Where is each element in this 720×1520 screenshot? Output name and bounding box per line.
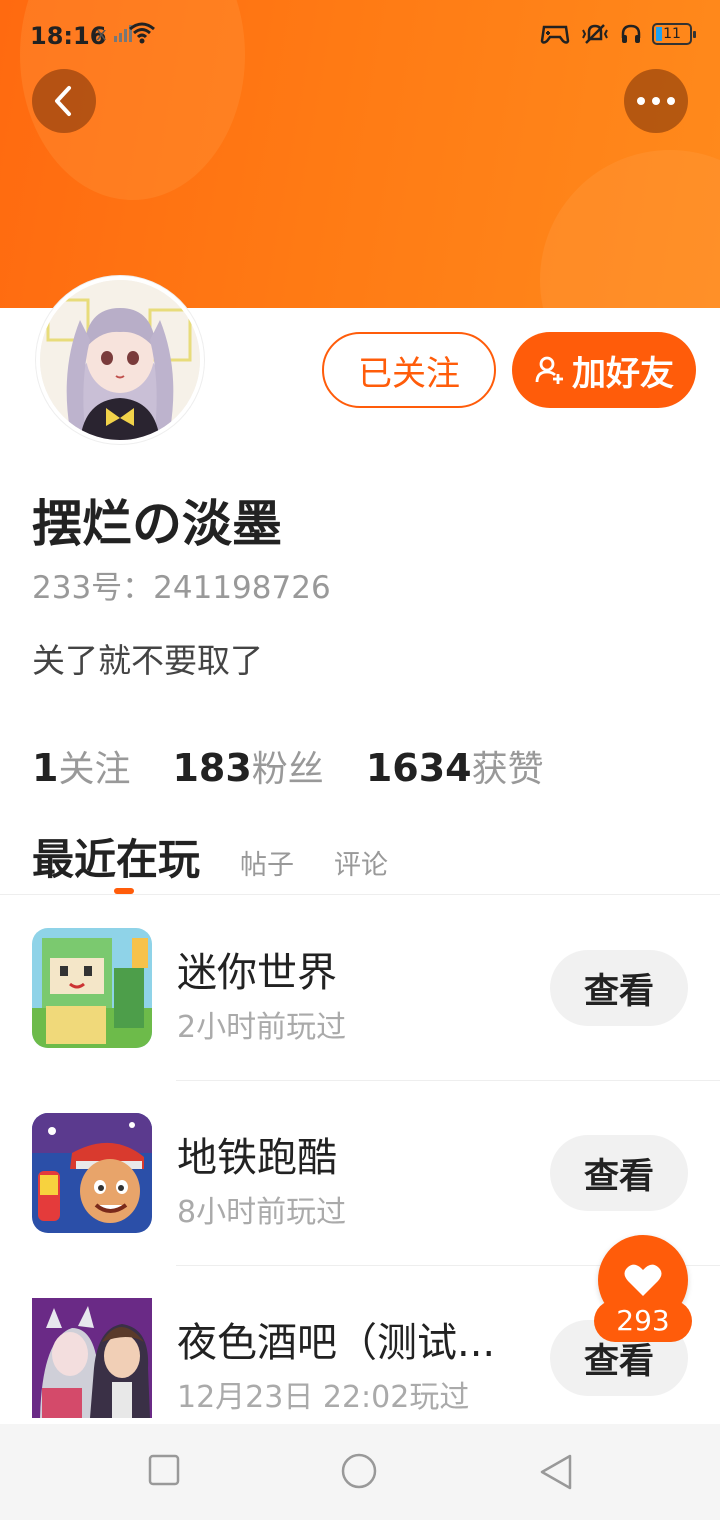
view-button-label: 查看 (583, 971, 654, 1012)
battery-icon: 11 (652, 23, 696, 45)
divider (0, 894, 720, 895)
circle-icon (341, 1453, 377, 1489)
status-time: 18:16 (30, 22, 107, 50)
add-friend-button[interactable]: 加好友 (512, 332, 696, 408)
view-button-label: 查看 (583, 1156, 654, 1197)
like-count: 293 (594, 1300, 692, 1342)
tab-comments[interactable]: 评论 (334, 843, 388, 882)
stat-number: 1634 (365, 746, 472, 790)
back-nav-button[interactable] (538, 1453, 574, 1495)
vibrate-icon (582, 24, 608, 44)
stat-following[interactable]: 1关注 (32, 740, 130, 792)
view-button[interactable]: 查看 (550, 950, 688, 1026)
tab-recently-played[interactable]: 最近在玩 (32, 826, 200, 894)
stat-label: 获赞 (471, 749, 544, 790)
stat-number: 1 (32, 746, 59, 790)
game-last-played: 12月23日 22:02玩过 (177, 1380, 470, 1415)
add-person-icon (535, 356, 563, 384)
bio: 关了就不要取了 (32, 641, 263, 680)
add-friend-label: 加好友 (572, 353, 674, 394)
battery-level: 11 (663, 26, 681, 42)
game-last-played: 2小时前玩过 (177, 1010, 347, 1045)
game-title: 迷你世界 (177, 950, 337, 996)
tab-posts[interactable]: 帖子 (240, 843, 294, 882)
wifi-icon (128, 22, 156, 48)
game-icon-subway-surfers (32, 1113, 152, 1233)
game-icon-night-bar (32, 1298, 152, 1418)
status-bar: 18:16 x 11 (0, 0, 720, 72)
sim-indicator-text: x (96, 24, 107, 45)
stat-followers[interactable]: 183粉丝 (172, 740, 323, 792)
stat-number: 183 (172, 746, 252, 790)
system-nav-bar (0, 1424, 720, 1520)
view-button[interactable]: 查看 (550, 1135, 688, 1211)
home-button[interactable] (340, 1452, 378, 1494)
back-triangle-icon (540, 1454, 572, 1490)
recent-apps-button[interactable] (148, 1454, 180, 1490)
chevron-left-icon (55, 86, 71, 116)
user-id: 233号：241198726 (32, 570, 331, 606)
headset-icon (621, 24, 641, 43)
username: 摆烂の淡墨 (32, 495, 282, 553)
game-title: 地铁跑酷 (177, 1135, 337, 1181)
list-item[interactable]: 地铁跑酷 8小时前玩过 查看 (0, 1081, 720, 1266)
stat-likes[interactable]: 1634获赞 (366, 740, 544, 792)
list-item[interactable]: 迷你世界 2小时前玩过 查看 (0, 896, 720, 1081)
game-icon-mini-world (32, 928, 152, 1048)
followed-label: 已关注 (358, 353, 460, 394)
game-icon (540, 25, 570, 44)
stat-label: 关注 (58, 749, 131, 790)
back-button[interactable] (32, 69, 96, 133)
followed-button[interactable]: 已关注 (322, 332, 496, 408)
more-button[interactable] (624, 69, 688, 133)
avatar[interactable] (36, 276, 204, 444)
tab-bar: 最近在玩 帖子 评论 (32, 826, 388, 894)
square-icon (148, 1454, 180, 1486)
stat-label: 粉丝 (251, 749, 324, 790)
heart-icon (624, 1264, 662, 1296)
more-dots-icon (637, 97, 675, 105)
avatar-image (40, 280, 200, 440)
stats-row: 1关注 183粉丝 1634获赞 (32, 740, 544, 792)
game-title: 夜色酒吧（测试... (177, 1320, 496, 1366)
game-last-played: 8小时前玩过 (177, 1195, 347, 1230)
